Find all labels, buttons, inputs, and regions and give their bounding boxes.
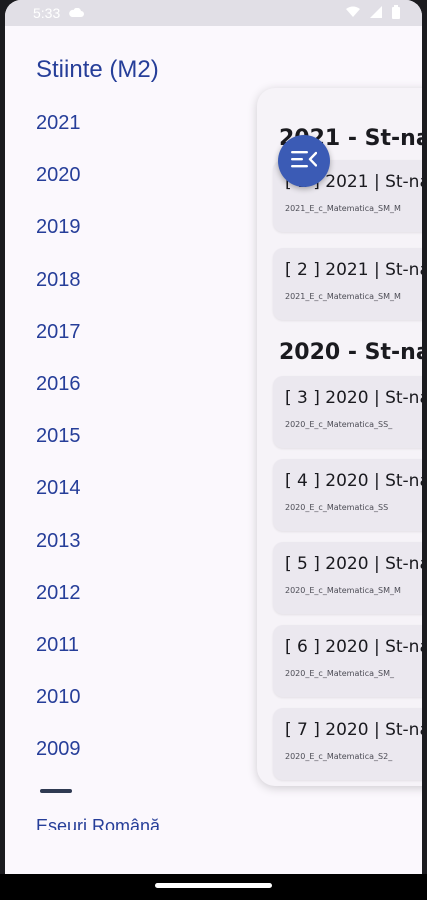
card-subtitle: 2021_E_c_Matematica_SM_M — [285, 292, 401, 301]
navigation-drawer: Stiinte (M2) 2021 2020 2019 2018 2017 20… — [5, 26, 255, 830]
list-item[interactable]: [ 7 ] 2020 | St-na 2020_E_c_Matematica_S… — [273, 708, 422, 780]
drawer-section-eseuri[interactable]: Eseuri Română — [36, 816, 160, 830]
year-item-2017[interactable]: 2017 — [36, 321, 81, 373]
year-item-2009[interactable]: 2009 — [36, 738, 81, 790]
year-item-2021[interactable]: 2021 — [36, 112, 81, 164]
list-item[interactable]: [ 6 ] 2020 | St-na 2020_E_c_Matematica_S… — [273, 625, 422, 697]
year-item-2014[interactable]: 2014 — [36, 477, 81, 529]
year-item-2018[interactable]: 2018 — [36, 269, 81, 321]
list-item[interactable]: [ 5 ] 2020 | St-na 2020_E_c_Matematica_S… — [273, 542, 422, 614]
drawer-divider — [40, 789, 72, 793]
year-item-2010[interactable]: 2010 — [36, 686, 81, 738]
content-panel: 2021 - St-nat [ 1 ] 2021 | St-na 2021_E_… — [257, 88, 422, 786]
home-handle[interactable] — [155, 883, 272, 888]
cloud-icon — [68, 8, 85, 18]
year-item-2016[interactable]: 2016 — [36, 373, 81, 425]
status-icons — [346, 4, 400, 22]
drawer-title: Stiinte (M2) — [36, 56, 159, 83]
battery-icon — [392, 4, 400, 22]
card-subtitle: 2021_E_c_Matematica_SM_M — [285, 204, 401, 213]
section-heading-2020: 2020 - St-nat — [279, 340, 422, 365]
year-item-2013[interactable]: 2013 — [36, 530, 81, 582]
card-subtitle: 2020_E_c_Matematica_S2_ — [285, 752, 393, 761]
menu-open-icon — [291, 149, 318, 174]
signal-icon — [370, 5, 382, 21]
card-subtitle: 2020_E_c_Matematica_SM_ — [285, 669, 395, 678]
card-title: [ 6 ] 2020 | St-na — [285, 637, 422, 657]
year-item-2011[interactable]: 2011 — [36, 634, 81, 686]
card-title: [ 4 ] 2020 | St-na — [285, 471, 422, 491]
card-subtitle: 2020_E_c_Matematica_SM_M — [285, 586, 401, 595]
card-title: [ 7 ] 2020 | St-na — [285, 720, 422, 740]
list-item[interactable]: [ 2 ] 2021 | St-na 2021_E_c_Matematica_S… — [273, 248, 422, 320]
year-item-2019[interactable]: 2019 — [36, 216, 81, 268]
card-subtitle: 2020_E_c_Matematica_SS_ — [285, 420, 393, 429]
card-title: [ 2 ] 2021 | St-na — [285, 260, 422, 280]
card-subtitle: 2020_E_c_Matematica_SS — [285, 503, 389, 512]
year-list: 2021 2020 2019 2018 2017 2016 2015 2014 … — [36, 112, 81, 790]
year-item-2020[interactable]: 2020 — [36, 164, 81, 216]
status-bar: 5:33 — [5, 0, 422, 26]
list-item[interactable]: [ 3 ] 2020 | St-na 2020_E_c_Matematica_S… — [273, 376, 422, 448]
list-item[interactable]: [ 4 ] 2020 | St-na 2020_E_c_Matematica_S… — [273, 459, 422, 531]
card-title: [ 3 ] 2020 | St-na — [285, 388, 422, 408]
wifi-icon — [346, 5, 360, 21]
drawer-toggle-button[interactable] — [278, 135, 330, 187]
app-screen: 5:33 Stiinte (M2) 2021 2020 2019 2018 20… — [5, 0, 422, 900]
year-item-2012[interactable]: 2012 — [36, 582, 81, 634]
status-time: 5:33 — [33, 5, 61, 21]
year-item-2015[interactable]: 2015 — [36, 425, 81, 477]
card-title: [ 5 ] 2020 | St-na — [285, 554, 422, 574]
